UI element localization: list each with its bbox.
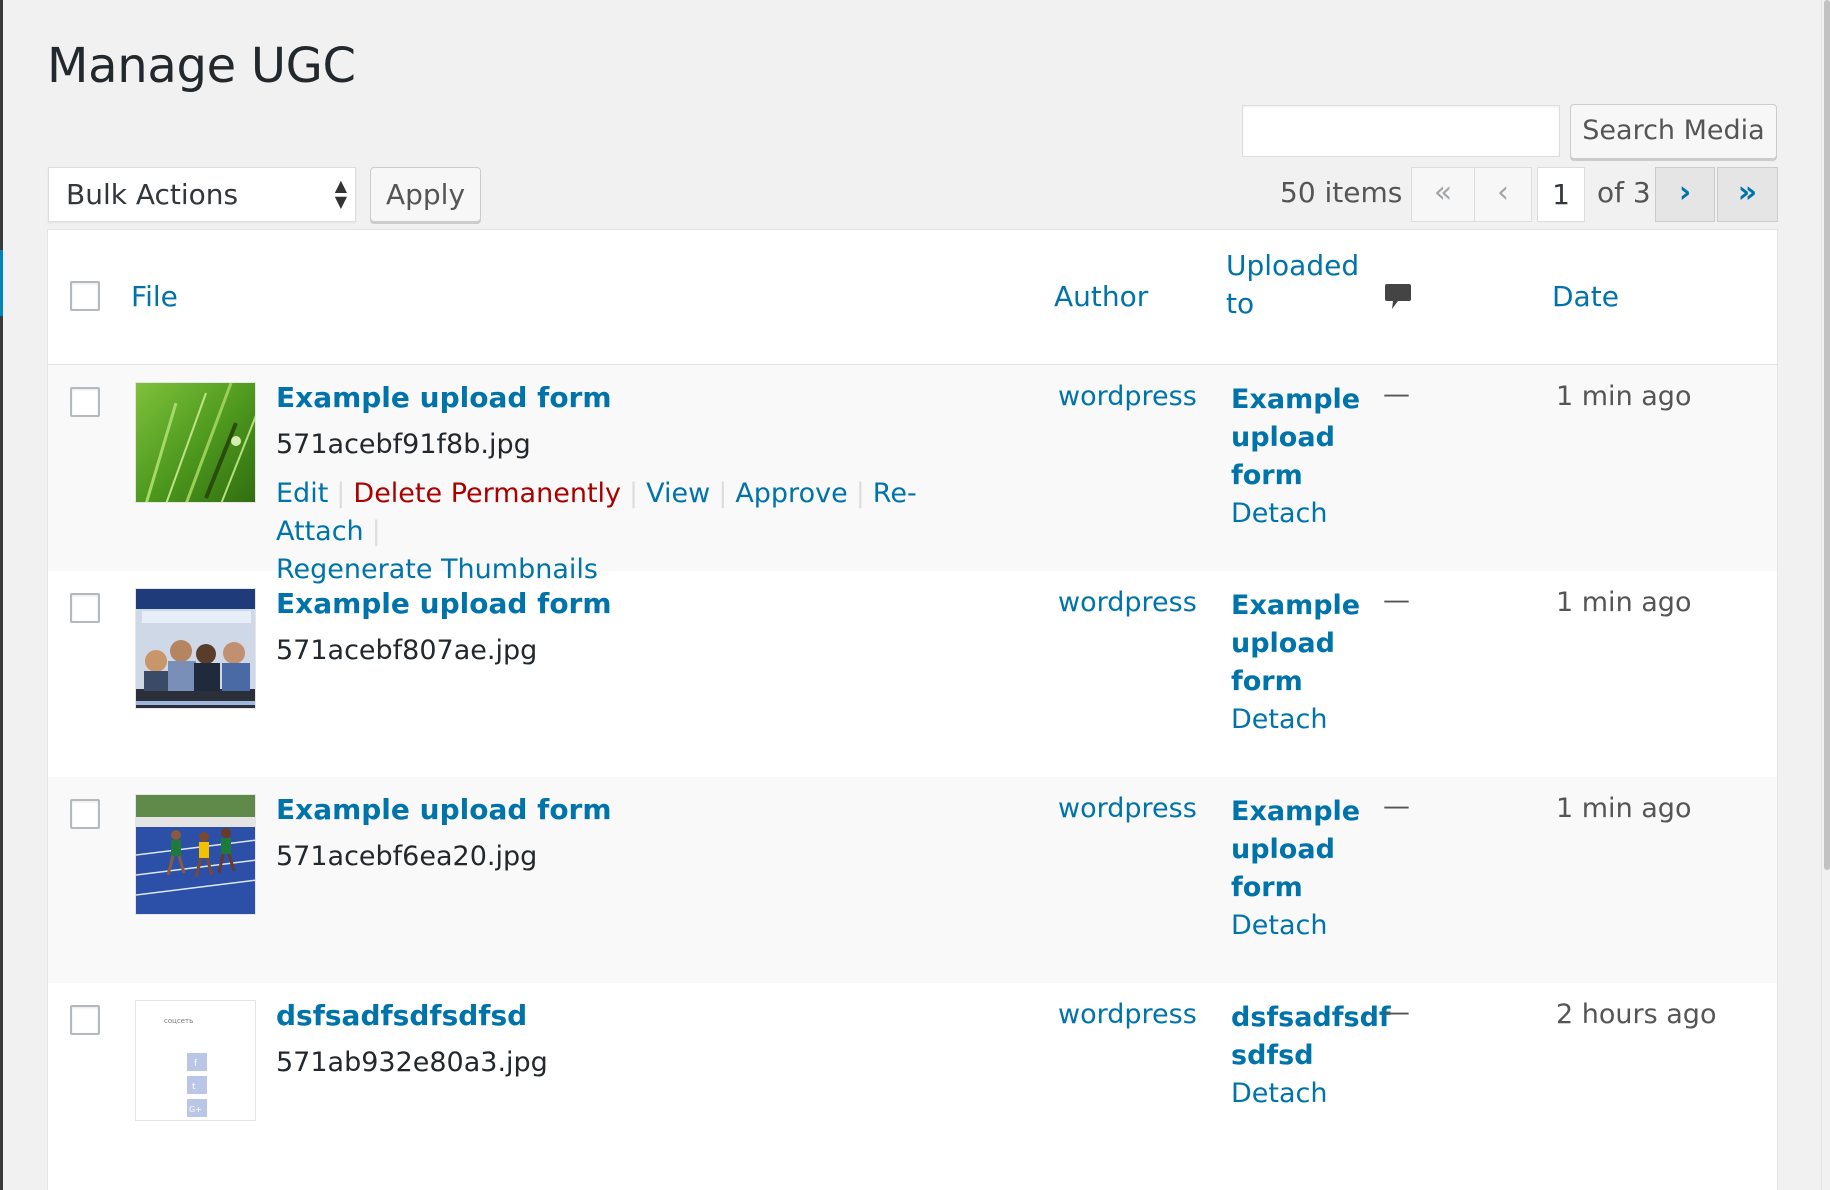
- comments-count: —: [1383, 585, 1410, 616]
- uploaded-to: Example upload form Detach: [1231, 381, 1381, 533]
- uploaded-to: Example upload form Detach: [1231, 793, 1381, 945]
- table-row: Example upload form 571acebf807ae.jpg wo…: [48, 571, 1777, 777]
- separator: |: [855, 478, 865, 509]
- parent-post-line: dsfsadfsdf: [1231, 1002, 1391, 1033]
- media-table: File Author Uploaded to Date Example upl…: [47, 229, 1778, 1190]
- row-filename: 571acebf807ae.jpg: [276, 635, 538, 666]
- parent-post-line: form: [1231, 460, 1303, 491]
- author-link[interactable]: wordpress: [1058, 587, 1197, 618]
- row-title-link[interactable]: dsfsadfsdfsdfsd: [276, 999, 527, 1032]
- search-input[interactable]: [1242, 105, 1560, 157]
- column-uploaded-to[interactable]: Uploaded to: [1226, 247, 1359, 323]
- comments-count: —: [1383, 379, 1410, 410]
- bulk-actions-select[interactable]: Bulk Actions ▲ ▼: [48, 167, 356, 222]
- parent-post-line: upload: [1231, 422, 1335, 453]
- separator: |: [336, 478, 346, 509]
- parent-post-line: Example: [1231, 384, 1361, 415]
- svg-text:t: t: [192, 1082, 196, 1092]
- table-row: соцсеть f t G+ dsfsadfsdf sdfsd 571ab932e…: [48, 983, 1777, 1189]
- row-checkbox[interactable]: [70, 387, 100, 417]
- comments-count: —: [1383, 997, 1410, 1028]
- comment-icon[interactable]: [1384, 282, 1412, 312]
- page: Manage UGC Search Media Bulk Actions ▲ ▼ …: [0, 0, 1830, 1190]
- column-file[interactable]: File: [131, 278, 178, 316]
- thumbnail-image[interactable]: соцсеть f t G+: [135, 1000, 256, 1121]
- current-page-input[interactable]: 1: [1537, 167, 1585, 222]
- row-title-link[interactable]: Example upload form: [276, 587, 612, 620]
- separator: |: [371, 516, 381, 547]
- row-filename: 571acebf6ea20.jpg: [276, 841, 538, 872]
- column-uploaded-to-line2: to: [1226, 287, 1255, 320]
- thumbnail-caption: соцсеть: [164, 1017, 193, 1025]
- detach-link[interactable]: Detach: [1231, 1075, 1381, 1113]
- row-filename: 571acebf91f8b.jpg: [276, 429, 531, 460]
- admin-sidebar-edge: [0, 0, 3, 1190]
- row-date: 2 hours ago: [1556, 999, 1717, 1030]
- row-date: 1 min ago: [1556, 793, 1692, 824]
- parent-post-link[interactable]: Example upload form: [1231, 381, 1381, 495]
- prev-page-button[interactable]: ‹: [1474, 167, 1532, 222]
- svg-text:G+: G+: [189, 1105, 202, 1114]
- parent-post-line: Example: [1231, 796, 1361, 827]
- column-date[interactable]: Date: [1552, 278, 1619, 316]
- parent-post-link[interactable]: Example upload form: [1231, 587, 1381, 701]
- parent-post-line: form: [1231, 872, 1303, 903]
- first-page-button[interactable]: «: [1411, 167, 1475, 222]
- row-title-link[interactable]: Example upload form: [276, 793, 612, 826]
- table-header: File Author Uploaded to Date: [48, 230, 1777, 365]
- row-title-link[interactable]: Example upload form: [276, 381, 612, 414]
- column-author: Author: [1054, 280, 1149, 313]
- approve-link[interactable]: Approve: [735, 478, 847, 509]
- parent-post-line: form: [1231, 666, 1303, 697]
- thumbnail-image[interactable]: [135, 794, 256, 915]
- scrollbar-thumb[interactable]: [1824, 0, 1830, 870]
- edit-link[interactable]: Edit: [276, 478, 328, 509]
- parent-post-link[interactable]: dsfsadfsdf sdfsd: [1231, 999, 1391, 1075]
- parent-post-line: upload: [1231, 628, 1335, 659]
- parent-post-link[interactable]: Example upload form: [1231, 793, 1381, 907]
- parent-post-line: Example: [1231, 590, 1361, 621]
- bulk-actions-selected: Bulk Actions: [66, 178, 239, 211]
- row-checkbox[interactable]: [70, 1005, 100, 1035]
- last-page-button[interactable]: »: [1717, 167, 1778, 222]
- row-filename: 571ab932e80a3.jpg: [276, 1047, 548, 1078]
- author-link[interactable]: wordpress: [1058, 999, 1197, 1030]
- table-row: Example upload form 571acebf6ea20.jpg wo…: [48, 777, 1777, 983]
- row-checkbox[interactable]: [70, 799, 100, 829]
- search-media-button[interactable]: Search Media: [1570, 104, 1777, 159]
- next-page-button[interactable]: ›: [1655, 167, 1715, 222]
- detach-link[interactable]: Detach: [1231, 495, 1381, 533]
- select-all-checkbox[interactable]: [70, 281, 100, 311]
- thumbnail-image[interactable]: [135, 382, 256, 503]
- comments-count: —: [1383, 791, 1410, 822]
- select-arrows-icon: ▲ ▼: [334, 176, 347, 211]
- page-title: Manage UGC: [47, 38, 356, 94]
- table-row: Example upload form 571acebf91f8b.jpg Ed…: [48, 365, 1777, 585]
- parent-post-line: upload: [1231, 834, 1335, 865]
- author-link[interactable]: wordpress: [1058, 793, 1197, 824]
- total-pages: of 3: [1597, 176, 1651, 209]
- uploaded-to: Example upload form Detach: [1231, 587, 1381, 739]
- parent-post-line: sdfsd: [1231, 1040, 1314, 1071]
- uploaded-to: dsfsadfsdf sdfsd Detach: [1231, 999, 1391, 1113]
- items-count: 50 items: [1280, 176, 1403, 209]
- row-date: 1 min ago: [1556, 587, 1692, 618]
- view-link[interactable]: View: [646, 478, 710, 509]
- thumbnail-image[interactable]: [135, 588, 256, 709]
- author-link[interactable]: wordpress: [1058, 381, 1197, 412]
- delete-permanently-link[interactable]: Delete Permanently: [353, 478, 621, 509]
- separator: |: [718, 478, 728, 509]
- detach-link[interactable]: Detach: [1231, 701, 1381, 739]
- apply-button[interactable]: Apply: [370, 167, 481, 222]
- detach-link[interactable]: Detach: [1231, 907, 1381, 945]
- row-date: 1 min ago: [1556, 381, 1692, 412]
- row-checkbox[interactable]: [70, 593, 100, 623]
- admin-sidebar-active-indicator: [0, 250, 3, 316]
- column-uploaded-to-line1: Uploaded: [1226, 249, 1360, 282]
- scrollbar[interactable]: [1821, 0, 1830, 1190]
- separator: |: [629, 478, 639, 509]
